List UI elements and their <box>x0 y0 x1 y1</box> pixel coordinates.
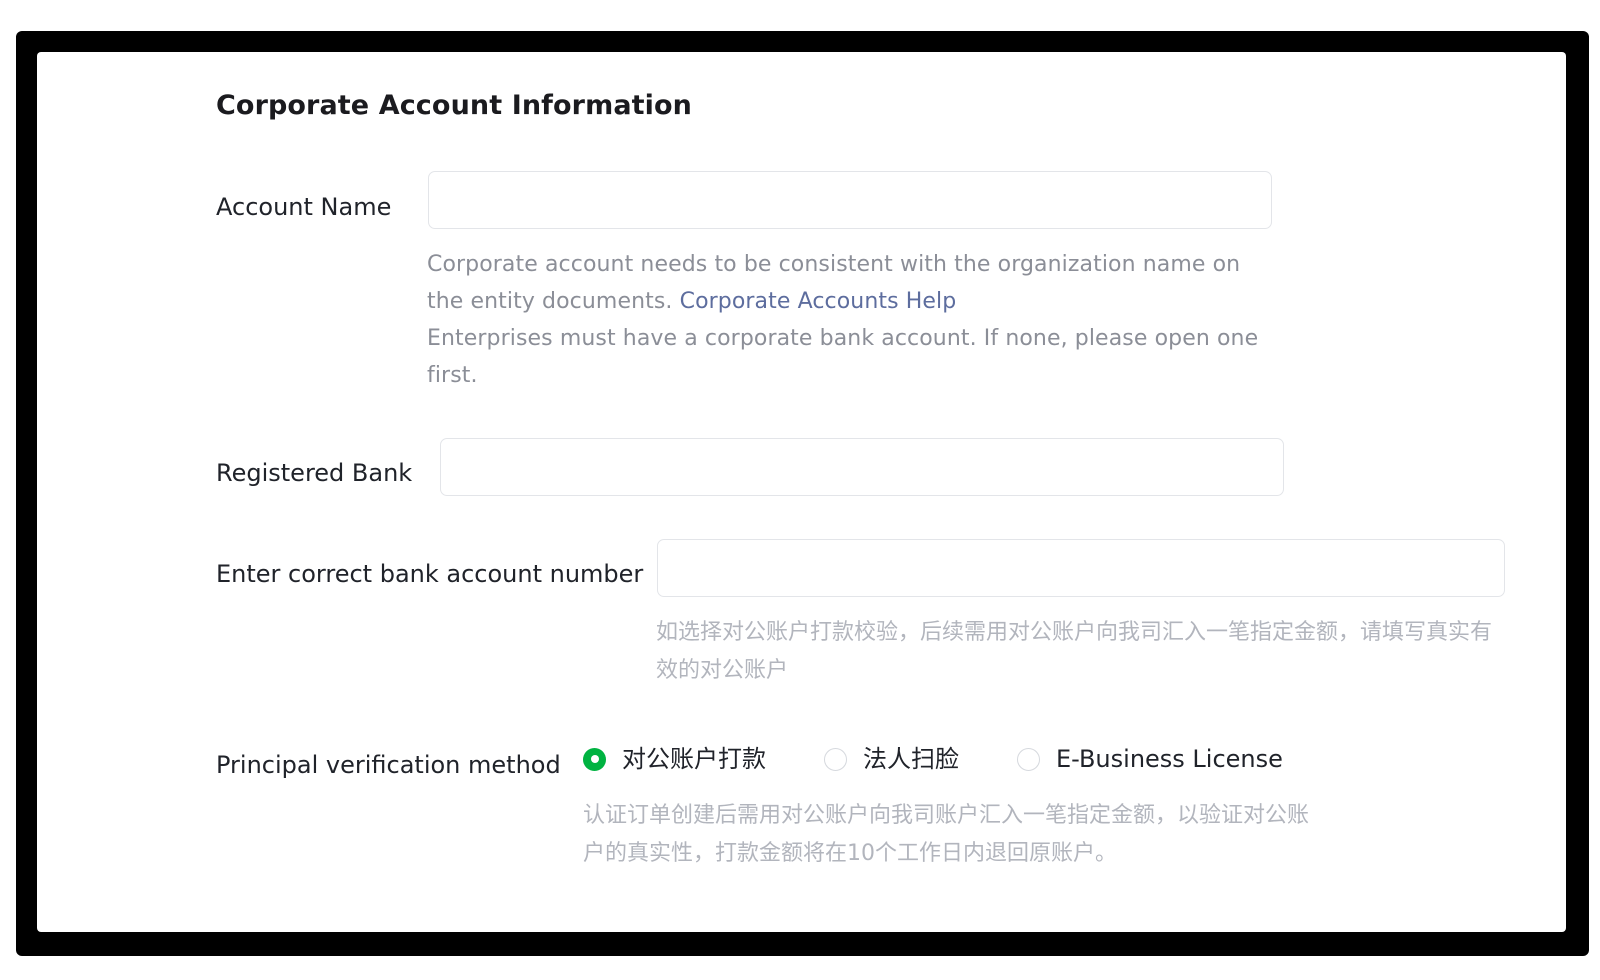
account-name-help-line2: Enterprises must have a corporate bank a… <box>427 326 1259 388</box>
account-name-input[interactable] <box>428 171 1272 229</box>
label-verification-method: Principal verification method <box>216 751 561 779</box>
label-registered-bank: Registered Bank <box>216 459 413 487</box>
form-card: Corporate Account Information Account Na… <box>37 52 1566 932</box>
bank-account-hint: 如选择对公账户打款校验，后续需用对公账户向我司汇入一笔指定金额，请填写真实有效的… <box>656 620 1493 683</box>
verification-method-description: 认证订单创建后需用对公账户向我司账户汇入一笔指定金额，以验证对公账户的真实性，打… <box>583 803 1310 866</box>
label-account-name: Account Name <box>216 193 392 221</box>
radio-label-bank-transfer: 对公账户打款 <box>622 745 766 773</box>
label-bank-account-number: Enter correct bank account number <box>216 560 644 588</box>
bank-account-number-input[interactable] <box>657 539 1505 597</box>
registered-bank-input[interactable] <box>440 438 1284 496</box>
radio-label-face-scan: 法人扫脸 <box>863 745 959 773</box>
radio-label-e-business-license: E-Business License <box>1056 745 1283 773</box>
radio-selected-icon <box>583 747 606 771</box>
account-name-help-line1: Corporate account needs to be consistent… <box>427 246 1282 320</box>
page-title: Corporate Account Information <box>216 90 692 121</box>
radio-unselected-icon <box>824 747 847 771</box>
verification-method-radio-group: 对公账户打款 法人扫脸 E-Business License <box>583 747 1283 771</box>
radio-option-bank-transfer[interactable]: 对公账户打款 <box>583 747 766 771</box>
radio-option-e-business-license[interactable]: E-Business License <box>1017 747 1283 771</box>
radio-option-face-scan[interactable]: 法人扫脸 <box>824 747 959 771</box>
radio-unselected-icon <box>1017 747 1040 771</box>
screen: Corporate Account Information Account Na… <box>0 0 1600 980</box>
corporate-accounts-help-link[interactable]: Corporate Accounts Help <box>680 289 957 314</box>
